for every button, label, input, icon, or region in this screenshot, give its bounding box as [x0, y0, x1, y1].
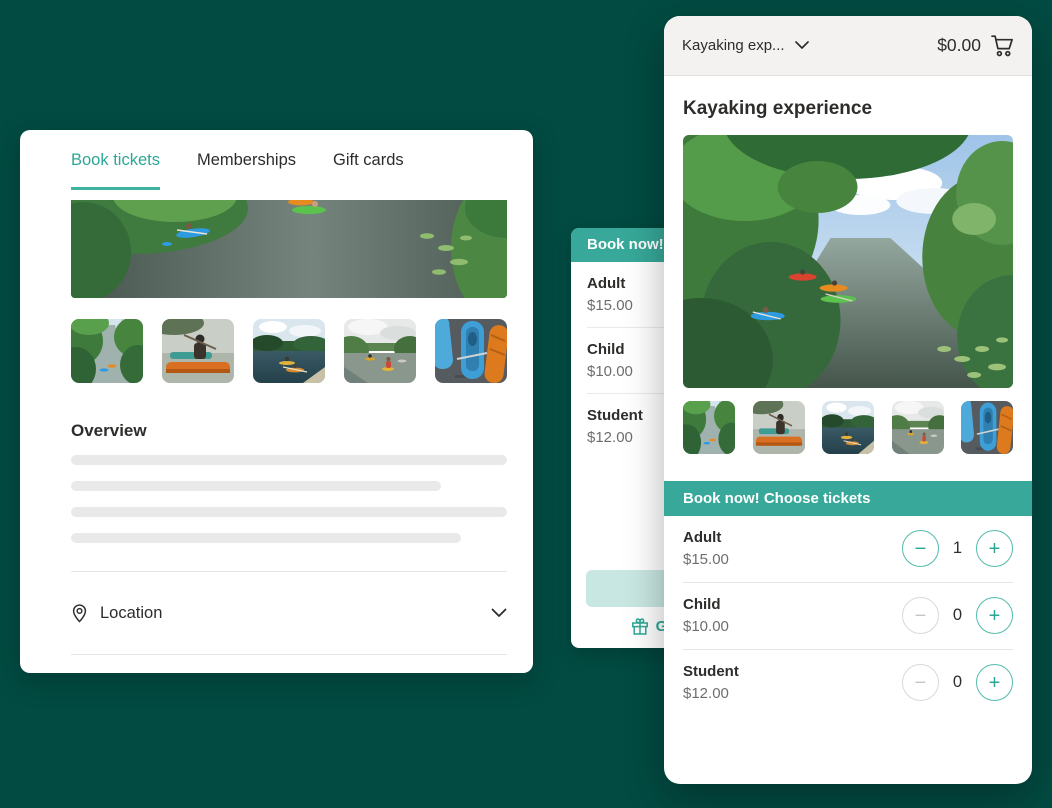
ticket-name: Student	[683, 663, 739, 680]
thumbnail-person-kayak[interactable]	[162, 319, 234, 383]
quantity-value: 0	[952, 606, 963, 625]
thumbnail-cloudy-river[interactable]	[892, 401, 944, 454]
decrease-quantity-button[interactable]: −	[902, 597, 939, 634]
overview-heading: Overview	[71, 421, 507, 441]
thumbnail-strip	[683, 401, 1013, 454]
tab-book-tickets[interactable]: Book tickets	[71, 130, 160, 190]
increase-quantity-button[interactable]: +	[976, 530, 1013, 567]
cart-button[interactable]: $0.00	[937, 34, 1014, 57]
ticket-list: Adult $15.00 − 1 + Child $10.00 − 0 + St…	[683, 516, 1013, 716]
thumbnail-river[interactable]	[683, 401, 735, 454]
thumbnail-river[interactable]	[71, 319, 143, 383]
location-label: Location	[100, 604, 162, 623]
chevron-down-icon	[491, 608, 507, 618]
text-placeholder-bar	[71, 533, 461, 543]
quantity-stepper: − 1 +	[902, 530, 1013, 567]
thumbnail-strip	[71, 319, 507, 383]
quantity-value: 0	[952, 673, 963, 692]
thumbnail-lake[interactable]	[253, 319, 325, 383]
tab-bar: Book tickets Memberships Gift cards	[20, 130, 533, 190]
product-selector[interactable]: Kayaking exp...	[682, 37, 809, 54]
text-placeholder-bar	[71, 455, 507, 465]
quantity-stepper: − 0 +	[902, 664, 1013, 701]
map-pin-icon	[71, 604, 88, 623]
experience-title: Kayaking experience	[683, 98, 1013, 120]
ticket-row-adult: Adult $15.00 − 1 +	[683, 516, 1013, 583]
text-placeholder-bar	[71, 507, 507, 517]
experience-main-photo	[683, 135, 1013, 388]
quantity-value: 1	[952, 539, 963, 558]
quantity-stepper: − 0 +	[902, 597, 1013, 634]
booking-widget: Kayaking exp... $0.00 Kayaking experienc…	[664, 16, 1032, 784]
thumbnail-kayaks-closeup[interactable]	[435, 319, 507, 383]
widget-header: Kayaking exp... $0.00	[664, 16, 1032, 76]
chevron-down-icon	[795, 41, 809, 50]
ticket-name: Adult	[683, 529, 729, 546]
gift-icon	[631, 618, 649, 635]
main-photo	[71, 200, 507, 298]
booking-page-card: Book tickets Memberships Gift cards Over…	[20, 130, 533, 673]
tab-memberships[interactable]: Memberships	[197, 130, 296, 190]
cart-total: $0.00	[937, 35, 981, 56]
product-selector-value: Kayaking exp...	[682, 37, 785, 54]
ticket-row-child: Child $10.00 − 0 +	[683, 583, 1013, 650]
decrease-quantity-button[interactable]: −	[902, 664, 939, 701]
text-placeholder-bar	[71, 481, 441, 491]
ticket-row-student: Student $12.00 − 0 +	[683, 650, 1013, 716]
thumbnail-cloudy-river[interactable]	[344, 319, 416, 383]
thumbnail-person-kayak[interactable]	[753, 401, 805, 454]
increase-quantity-button[interactable]: +	[976, 597, 1013, 634]
ticket-price: $10.00	[683, 618, 729, 635]
book-now-banner: Book now! Choose tickets	[664, 481, 1032, 516]
decrease-quantity-button[interactable]: −	[902, 530, 939, 567]
thumbnail-kayaks-closeup[interactable]	[961, 401, 1013, 454]
cart-icon	[990, 34, 1014, 57]
increase-quantity-button[interactable]: +	[976, 664, 1013, 701]
location-accordion[interactable]: Location	[71, 572, 507, 655]
thumbnail-lake[interactable]	[822, 401, 874, 454]
ticket-price: $12.00	[683, 685, 739, 702]
ticket-price: $15.00	[683, 551, 729, 568]
ticket-name: Child	[683, 596, 729, 613]
tab-gift-cards[interactable]: Gift cards	[333, 130, 404, 190]
